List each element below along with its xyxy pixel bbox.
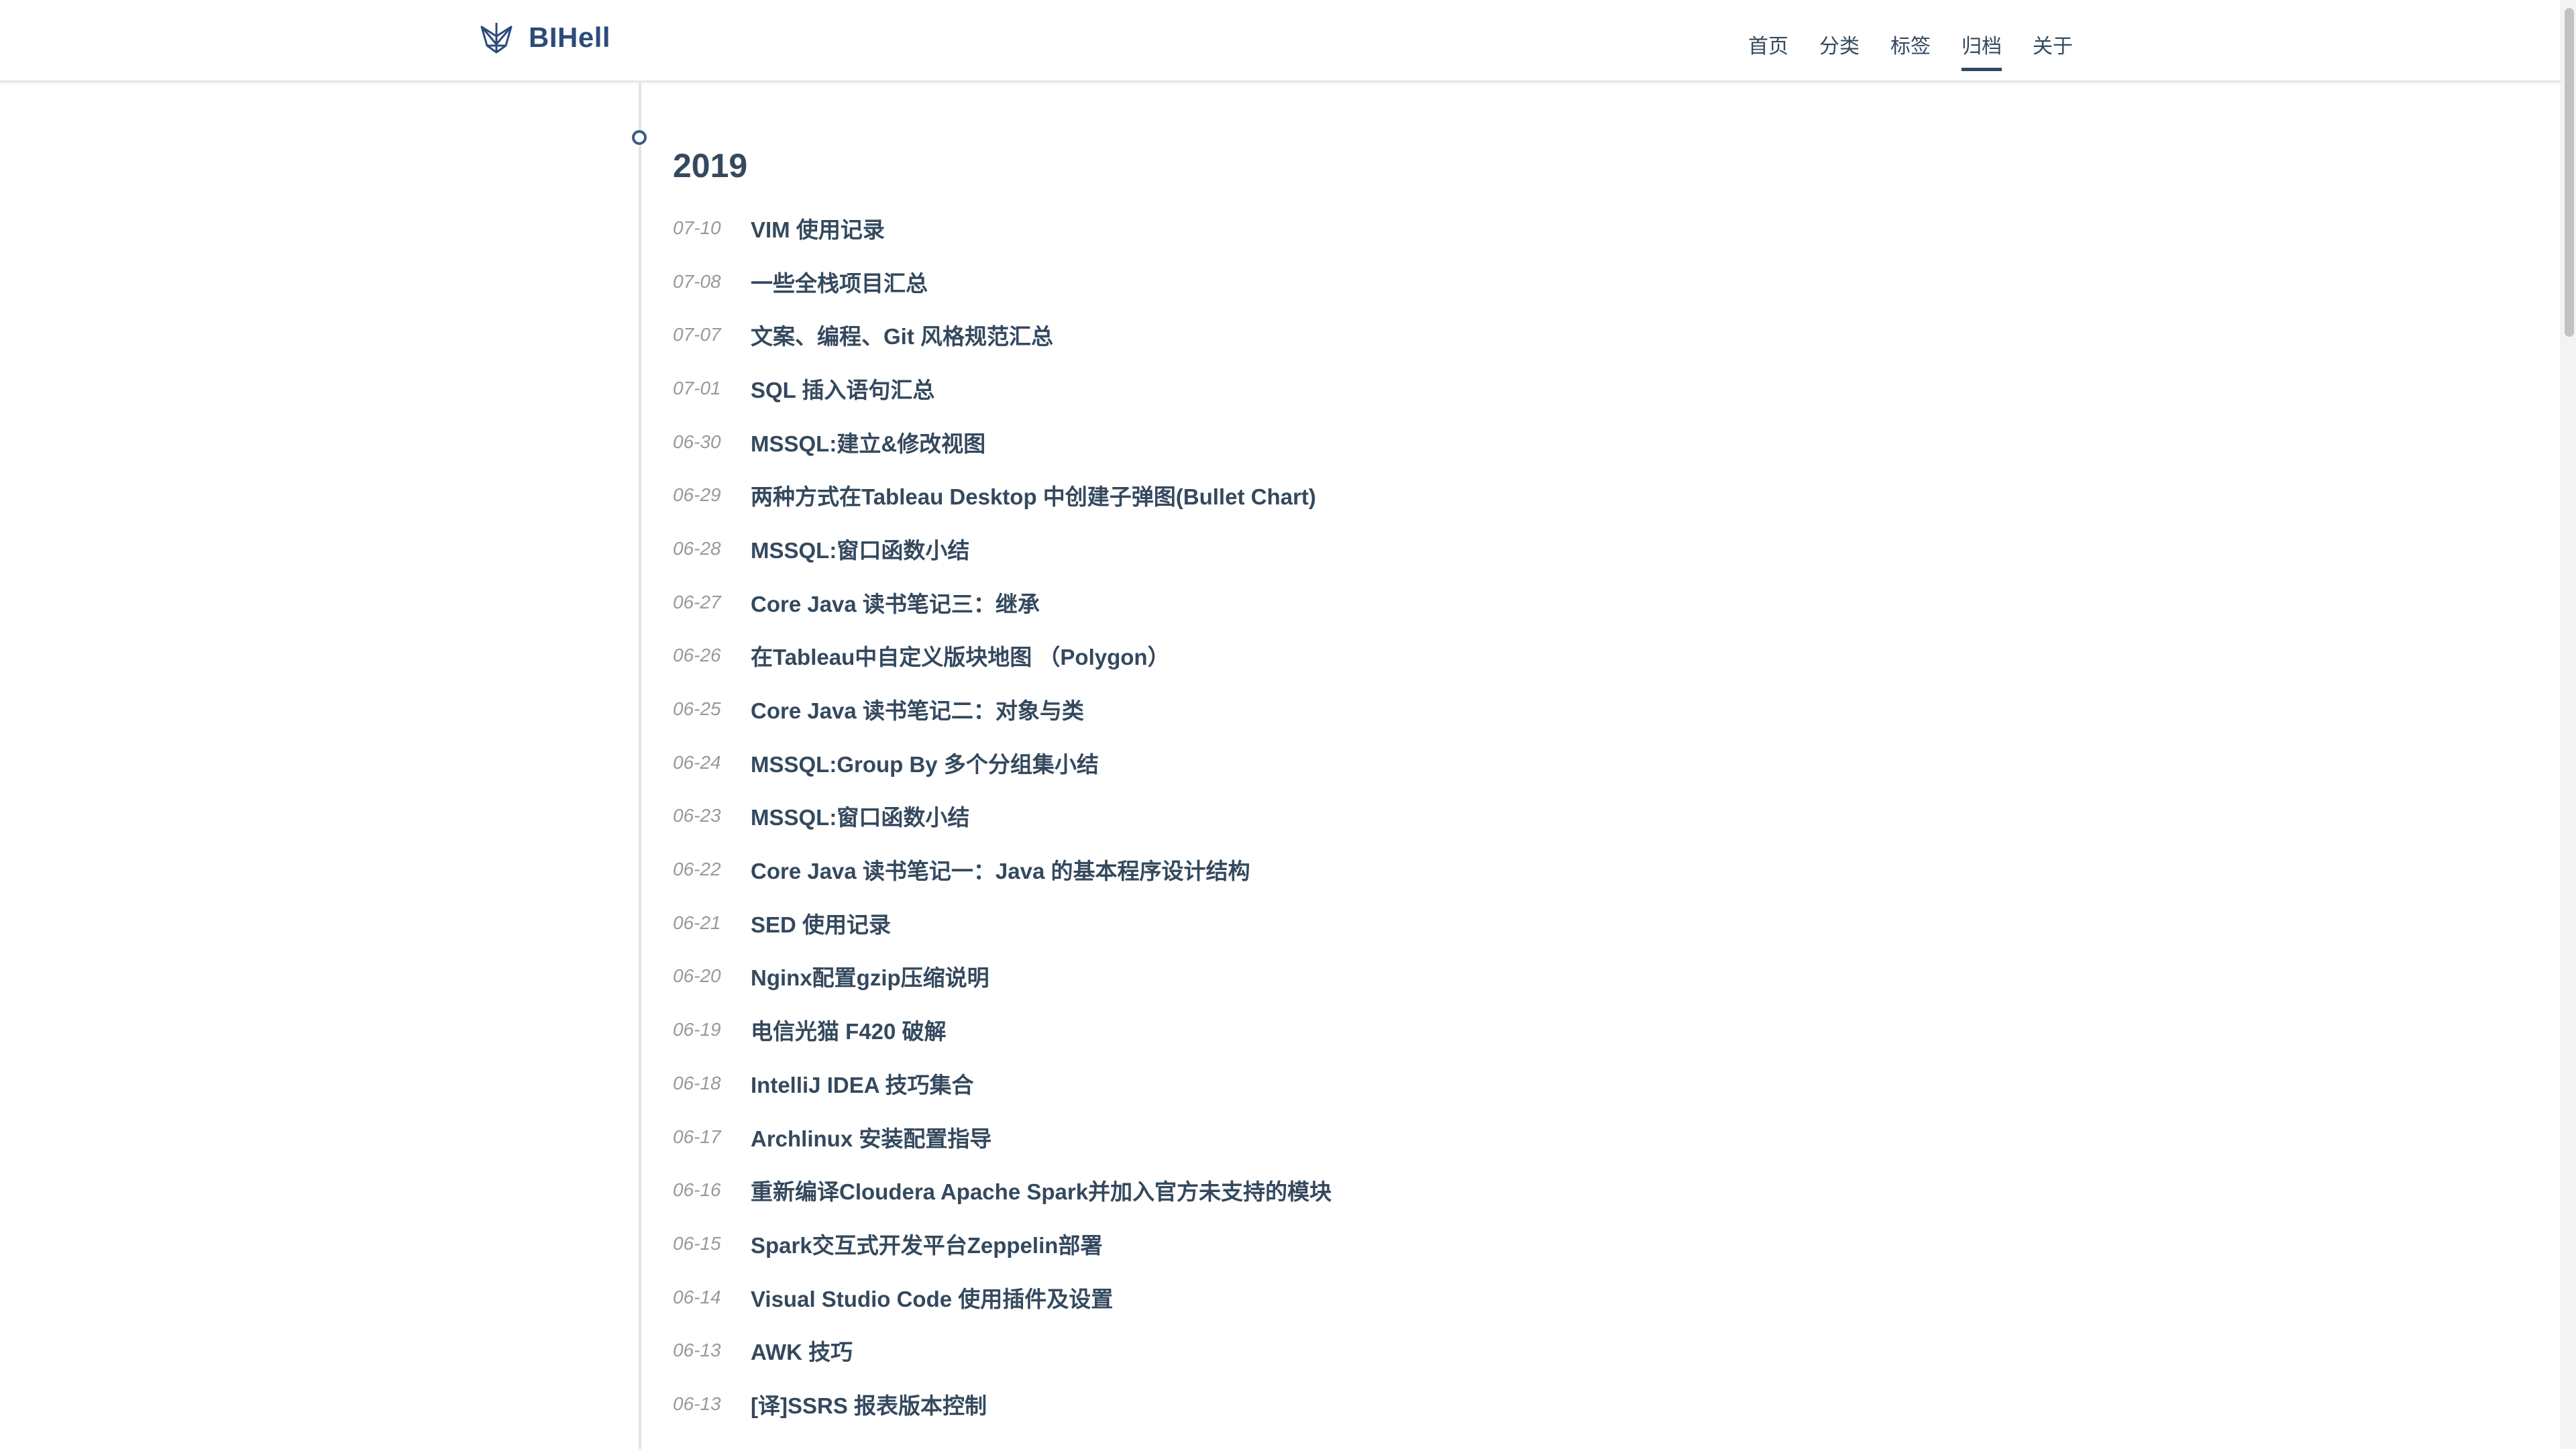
post-date: 06-17: [673, 1126, 721, 1147]
post-title-link[interactable]: Visual Studio Code 使用插件及设置: [751, 1281, 1113, 1313]
archive-post-item[interactable]: 06-16 重新编译Cloudera Apache Spark并加入官方未支持的模…: [673, 1163, 1332, 1217]
post-date: 06-13: [673, 1393, 721, 1414]
post-title-link[interactable]: 重新编译Cloudera Apache Spark并加入官方未支持的模块: [751, 1174, 1332, 1206]
archive-post-item[interactable]: 06-25 Core Java 读书笔记二：对象与类: [673, 682, 1332, 736]
main-nav: 首页 分类 标签 归档 关于: [1717, 30, 2073, 71]
post-date: 06-16: [673, 1179, 721, 1201]
post-date: 06-23: [673, 805, 721, 826]
post-title-link[interactable]: SED 使用记录: [751, 907, 891, 939]
archive-post-item[interactable]: 07-07 文案、编程、Git 风格规范汇总: [673, 308, 1332, 362]
post-date: 06-28: [673, 537, 721, 559]
archive-post-item[interactable]: 06-30 MSSQL:建立&修改视图: [673, 415, 1332, 469]
post-date: 06-30: [673, 431, 721, 452]
archive-post-item[interactable]: 06-17 Archlinux 安装配置指导: [673, 1110, 1332, 1164]
post-date: 07-08: [673, 270, 721, 292]
post-title-link[interactable]: 一些全栈项目汇总: [751, 266, 928, 298]
post-date: 06-29: [673, 484, 721, 506]
post-date: 06-27: [673, 591, 721, 612]
site-name: BIHell: [529, 21, 611, 53]
archive-post-item[interactable]: 06-20 Nginx配置gzip压缩说明: [673, 950, 1332, 1004]
post-title-link[interactable]: IntelliJ IDEA 技巧集合: [751, 1067, 973, 1099]
post-date: 06-14: [673, 1286, 721, 1307]
post-title-link[interactable]: 两种方式在Tableau Desktop 中创建子弹图(Bullet Chart…: [751, 479, 1316, 511]
post-title-link[interactable]: MSSQL:窗口函数小结: [751, 533, 969, 565]
archive-post-item[interactable]: 06-22 Core Java 读书笔记一：Java 的基本程序设计结构: [673, 843, 1332, 896]
timeline-line: [639, 80, 641, 1449]
post-title-link[interactable]: [译]SSRS 报表版本控制: [751, 1388, 987, 1420]
post-title-link[interactable]: MSSQL:建立&修改视图: [751, 426, 985, 458]
archive-post-item[interactable]: 06-21 SED 使用记录: [673, 896, 1332, 950]
nav-about[interactable]: 关于: [2033, 30, 2073, 71]
page-scrollbar[interactable]: [2561, 0, 2576, 1449]
archive-post-item[interactable]: 06-26 在Tableau中自定义版块地图 （Polygon）: [673, 629, 1332, 683]
archive-post-item[interactable]: 07-01 SQL 插入语句汇总: [673, 362, 1332, 415]
post-date: 07-10: [673, 217, 721, 238]
post-date: 06-15: [673, 1232, 721, 1254]
post-title-link[interactable]: AWK 技巧: [751, 1334, 853, 1366]
archive-post-item[interactable]: 06-15 Spark交互式开发平台Zeppelin部署: [673, 1217, 1332, 1271]
post-title-link[interactable]: 电信光猫 F420 破解: [751, 1014, 947, 1046]
post-title-link[interactable]: Archlinux 安装配置指导: [751, 1121, 991, 1153]
archive-post-list: 07-10 VIM 使用记录 07-08 一些全栈项目汇总 07-07 文案、编程、Git…: [673, 201, 1332, 1431]
post-date: 06-26: [673, 645, 721, 666]
nav-archive[interactable]: 归档: [1962, 30, 2002, 71]
post-title-link[interactable]: VIM 使用记录: [751, 212, 885, 244]
post-title-link[interactable]: MSSQL:Group By 多个分组集小结: [751, 747, 1099, 779]
post-date: 06-24: [673, 751, 721, 773]
archive-post-item[interactable]: 06-27 Core Java 读书笔记三：继承: [673, 576, 1332, 629]
archive-post-item[interactable]: 06-28 MSSQL:窗口函数小结: [673, 522, 1332, 576]
post-title-link[interactable]: 文案、编程、Git 风格规范汇总: [751, 319, 1053, 351]
archive-post-item[interactable]: 07-08 一些全栈项目汇总: [673, 255, 1332, 309]
post-title-link[interactable]: Core Java 读书笔记一：Java 的基本程序设计结构: [751, 853, 1250, 885]
post-title-link[interactable]: Core Java 读书笔记二：对象与类: [751, 693, 1084, 725]
post-date: 06-18: [673, 1072, 721, 1093]
nav-home[interactable]: 首页: [1748, 30, 1788, 71]
brand-link[interactable]: BIHell: [476, 17, 610, 58]
post-title-link[interactable]: Core Java 读书笔记三：继承: [751, 586, 1040, 619]
post-title-link[interactable]: SQL 插入语句汇总: [751, 372, 934, 405]
archive-post-item[interactable]: 06-24 MSSQL:Group By 多个分组集小结: [673, 736, 1332, 790]
archive-post-item[interactable]: 06-13 AWK 技巧: [673, 1324, 1332, 1377]
post-date: 06-21: [673, 912, 721, 933]
nav-tags[interactable]: 标签: [1890, 30, 1931, 71]
archive-post-item[interactable]: 06-14 Visual Studio Code 使用插件及设置: [673, 1271, 1332, 1324]
archive-post-item[interactable]: 06-18 IntelliJ IDEA 技巧集合: [673, 1057, 1332, 1110]
site-header: BIHell 首页 分类 标签 归档 关于: [0, 0, 2561, 83]
archive-post-item[interactable]: 06-13 [译]SSRS 报表版本控制: [673, 1377, 1332, 1431]
post-title-link[interactable]: 在Tableau中自定义版块地图 （Polygon）: [751, 639, 1170, 672]
ship-logo-icon: [480, 23, 513, 54]
post-date: 06-20: [673, 965, 721, 987]
post-title-link[interactable]: MSSQL:窗口函数小结: [751, 800, 969, 832]
archive-post-item[interactable]: 06-19 电信光猫 F420 破解: [673, 1003, 1332, 1057]
post-title-link[interactable]: Spark交互式开发平台Zeppelin部署: [751, 1228, 1102, 1260]
nav-categories[interactable]: 分类: [1819, 30, 1860, 71]
post-date: 07-07: [673, 324, 721, 345]
archive-year: 2019: [673, 147, 748, 184]
archive-post-item[interactable]: 07-10 VIM 使用记录: [673, 201, 1332, 255]
post-title-link[interactable]: Nginx配置gzip压缩说明: [751, 960, 989, 992]
post-date: 06-19: [673, 1019, 721, 1040]
scrollbar-thumb[interactable]: [2565, 8, 2574, 337]
post-date: 06-25: [673, 698, 721, 720]
post-date: 06-22: [673, 859, 721, 880]
archive-post-item[interactable]: 06-23 MSSQL:窗口函数小结: [673, 790, 1332, 843]
post-date: 06-13: [673, 1340, 721, 1361]
archive-page: BIHell 首页 分类 标签 归档 关于 2019 07-10 VIM 使用记录…: [0, 0, 2576, 1449]
post-date: 07-01: [673, 377, 721, 398]
archive-post-item[interactable]: 06-29 两种方式在Tableau Desktop 中创建子弹图(Bullet …: [673, 468, 1332, 522]
circle-marker-icon: [632, 130, 647, 145]
